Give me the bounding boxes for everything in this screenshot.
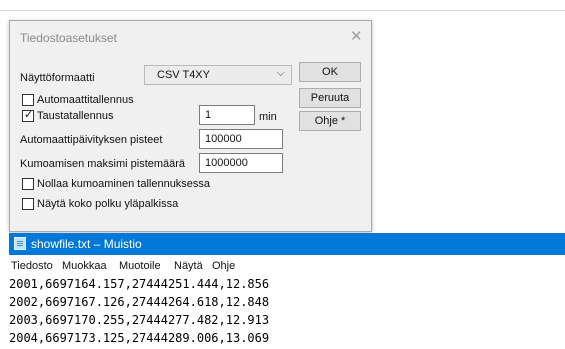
show-full-path-label: Näytä koko polku yläpalkissa — [37, 198, 179, 210]
background-divider — [0, 10, 565, 11]
text-line: 2001,6697164.157,27444251.444,12.856 — [9, 277, 270, 291]
show-full-path-checkbox[interactable] — [22, 198, 34, 210]
chevron-down-icon: ⌵ — [276, 67, 285, 79]
format-select[interactable]: CSV T4XY ⌵ — [144, 65, 292, 85]
reset-undo-checkbox[interactable] — [22, 178, 34, 190]
menu-format[interactable]: Muotoile — [119, 260, 161, 272]
file-settings-dialog: Tiedostoasetukset ✕ Näyttöformaatti CSV … — [9, 20, 372, 232]
auto-save-checkbox[interactable] — [22, 94, 34, 106]
notepad-window: showfile.txt – Muistio Tiedosto Muokkaa … — [9, 233, 565, 349]
cancel-button[interactable]: Peruuta — [299, 88, 361, 108]
notepad-title: showfile.txt – Muistio — [31, 237, 142, 251]
undo-max-label: Kumoamisen maksimi pistemäärä — [20, 158, 186, 170]
dialog-title: Tiedostoasetukset — [20, 31, 117, 45]
text-line: 2002,6697167.126,27444264.618,12.848 — [9, 295, 270, 309]
menu-file[interactable]: Tiedosto — [11, 260, 53, 272]
text-line: 2004,6697173.125,27444289.006,13.069 — [9, 331, 270, 345]
menu-help[interactable]: Ohje — [212, 260, 235, 272]
close-icon[interactable]: ✕ — [350, 27, 363, 45]
notepad-menu-bar: Tiedosto Muokkaa Muotoile Näytä Ohje — [9, 255, 565, 275]
menu-edit[interactable]: Muokkaa — [62, 260, 107, 272]
format-label: Näyttöformaatti — [20, 72, 95, 84]
background-save-checkbox[interactable]: ✓ — [22, 109, 34, 122]
background-save-label: Taustatallennus — [37, 110, 114, 122]
reset-undo-label: Nollaa kumoaminen tallennuksessa — [37, 178, 211, 190]
auto-update-label: Automaattipäivityksen pisteet — [20, 134, 163, 146]
auto-update-points-input[interactable]: 100000 — [199, 129, 283, 149]
notepad-text-area[interactable]: 2001,6697164.157,27444251.444,12.856 200… — [9, 275, 565, 349]
background-save-interval-input[interactable]: 1 — [199, 105, 255, 125]
auto-save-label: Automaattitallennus — [37, 94, 134, 106]
format-select-value: CSV T4XY — [157, 69, 210, 81]
checkmark-icon: ✓ — [24, 109, 34, 121]
ok-button[interactable]: OK — [299, 62, 361, 82]
text-line: 2003,6697170.255,27444277.482,12.913 — [9, 313, 270, 327]
background-save-unit: min — [259, 111, 277, 123]
help-button[interactable]: Ohje * — [299, 111, 361, 131]
notepad-title-bar[interactable]: showfile.txt – Muistio — [9, 233, 565, 255]
menu-view[interactable]: Näytä — [174, 260, 203, 272]
notepad-icon — [14, 237, 26, 250]
undo-max-points-input[interactable]: 1000000 — [199, 153, 283, 173]
